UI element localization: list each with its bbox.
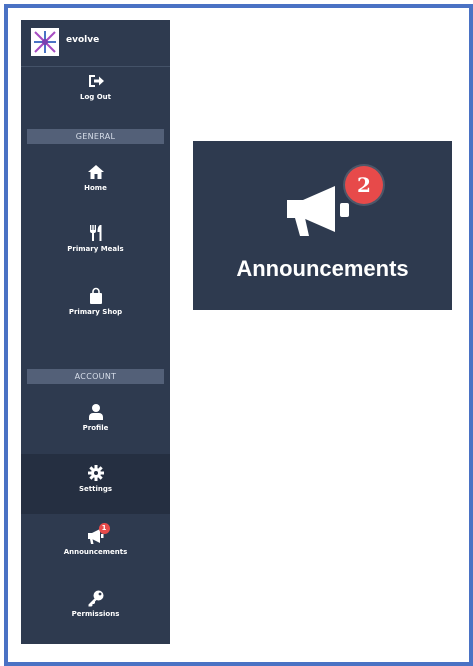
notification-badge: 1: [98, 523, 110, 534]
sidebar-item-profile[interactable]: Profile: [21, 403, 170, 432]
sidebar-item-announcements[interactable]: 1 Announcements: [21, 523, 170, 556]
section-header-general: GENERAL: [27, 129, 164, 144]
section-header-account: ACCOUNT: [27, 369, 164, 384]
sidebar: evolve Log Out GENERAL Home Primary Meal…: [21, 20, 170, 644]
gear-icon: [87, 464, 105, 482]
logout-icon: [87, 72, 105, 90]
user-icon: [87, 403, 105, 421]
sidebar-item-settings[interactable]: Settings: [21, 464, 170, 493]
logo: [31, 28, 59, 56]
shopping-bag-icon: [87, 287, 105, 305]
sidebar-item-label: Permissions: [71, 610, 120, 618]
sidebar-item-logout[interactable]: Log Out: [21, 72, 170, 101]
home-icon: [87, 163, 105, 181]
sidebar-item-label: Announcements: [63, 548, 128, 556]
sidebar-item-home[interactable]: Home: [21, 163, 170, 192]
sidebar-item-label: Primary Shop: [68, 308, 123, 316]
sidebar-item-primary-meals[interactable]: Primary Meals: [21, 224, 170, 253]
sidebar-item-label: Log Out: [80, 93, 111, 101]
announcements-card[interactable]: 2 Announcements: [193, 141, 452, 310]
megaphone-icon: 1: [87, 523, 110, 545]
brand[interactable]: evolve: [21, 20, 170, 67]
card-title: Announcements: [236, 256, 409, 281]
sidebar-item-label: Primary Meals: [67, 245, 124, 253]
brand-name: evolve: [66, 35, 100, 45]
utensils-icon: [87, 224, 105, 242]
sidebar-item-permissions[interactable]: Permissions: [21, 589, 170, 618]
sidebar-item-primary-shop[interactable]: Primary Shop: [21, 287, 170, 316]
notification-badge: 2: [345, 166, 383, 204]
sidebar-item-label: Settings: [78, 485, 113, 493]
key-icon: [87, 589, 105, 607]
sidebar-item-label: Home: [84, 184, 107, 192]
sidebar-item-label: Profile: [82, 424, 109, 432]
